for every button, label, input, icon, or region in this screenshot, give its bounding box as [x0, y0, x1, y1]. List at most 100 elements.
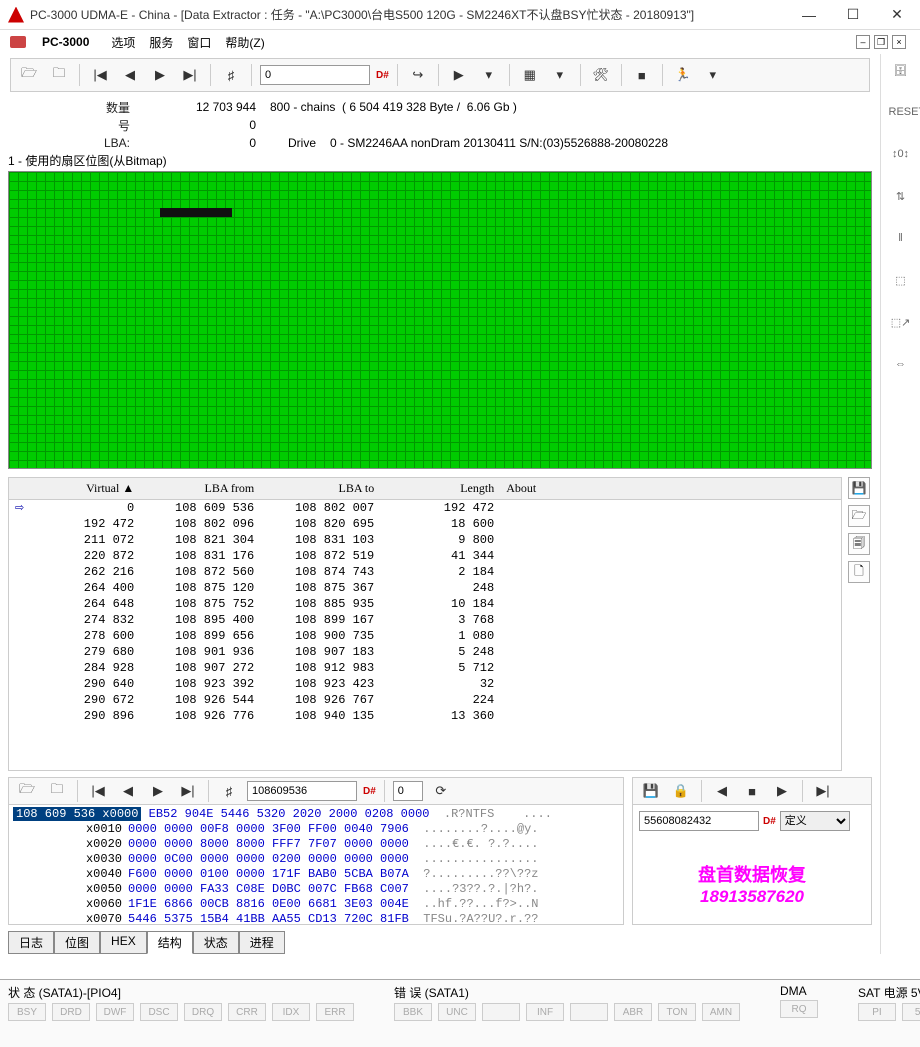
menu-window[interactable]: 窗口: [187, 34, 211, 51]
grid-dropdown-icon[interactable]: ▾: [548, 63, 572, 87]
rail-range-icon[interactable]: ↕0↕: [889, 148, 913, 172]
minimize-button[interactable]: —: [794, 3, 824, 27]
table-row[interactable]: 274 832108 895 400108 899 1673 768: [9, 612, 841, 628]
col-length[interactable]: Length: [380, 478, 500, 500]
status-led: [570, 1003, 608, 1021]
insp-prev-icon[interactable]: ◀: [710, 779, 734, 803]
table-row[interactable]: 290 896108 926 776108 940 13513 360: [9, 708, 841, 724]
first-icon[interactable]: |◀: [88, 63, 112, 87]
tools-icon[interactable]: 🛠: [589, 63, 613, 87]
hex-first-icon[interactable]: |◀: [86, 779, 110, 803]
table-row[interactable]: 220 872108 831 176108 872 51941 344: [9, 548, 841, 564]
col-virtual[interactable]: Virtual ▲: [30, 478, 140, 500]
table-row[interactable]: 264 400108 875 120108 875 367248: [9, 580, 841, 596]
run-icon[interactable]: 🏃: [671, 63, 695, 87]
table-row[interactable]: 279 680108 901 936108 907 1835 248: [9, 644, 841, 660]
status-led: BSY: [8, 1003, 46, 1021]
app-icon: [8, 7, 24, 23]
last-icon[interactable]: ▶|: [178, 63, 202, 87]
window-title: PC-3000 UDMA-E - China - [Data Extractor…: [30, 6, 794, 23]
col-lba-to[interactable]: LBA to: [260, 478, 380, 500]
table-row[interactable]: 284 928108 907 272108 912 9835 712: [9, 660, 841, 676]
mdi-restore-button[interactable]: ❐: [874, 35, 888, 49]
hex-open-icon[interactable]: 🗁: [15, 779, 39, 803]
menu-help[interactable]: 帮助(Z): [225, 34, 264, 51]
open-icon[interactable]: 🗁: [17, 63, 41, 87]
run-dropdown-icon[interactable]: ▾: [701, 63, 725, 87]
inspector-value-input[interactable]: [639, 811, 759, 831]
qty-label: 数量: [10, 99, 150, 116]
insp-play-icon[interactable]: ▶: [770, 779, 794, 803]
status-led: INF: [526, 1003, 564, 1021]
rail-pause-icon[interactable]: ‖: [889, 232, 913, 256]
status-led: ABR: [614, 1003, 652, 1021]
insp-save-icon[interactable]: 💾: [639, 779, 663, 803]
rail-box-icon[interactable]: ⬚: [889, 274, 913, 298]
hex-count-input[interactable]: [393, 781, 423, 801]
table-row[interactable]: 211 072108 821 304108 831 1039 800: [9, 532, 841, 548]
prev-icon[interactable]: ◀: [118, 63, 142, 87]
side-save-icon[interactable]: 💾: [848, 477, 870, 499]
lba-table[interactable]: Virtual ▲ LBA from LBA to Length About ⇨…: [8, 477, 842, 771]
hex-mark-icon[interactable]: 🗀: [45, 779, 69, 803]
hex-offset-input[interactable]: [247, 781, 357, 801]
hash-icon[interactable]: ♯: [219, 63, 243, 87]
table-row[interactable]: 290 640108 923 392108 923 42332: [9, 676, 841, 692]
tab-5[interactable]: 进程: [239, 931, 285, 954]
tab-3[interactable]: 结构: [147, 931, 193, 954]
close-button[interactable]: ✕: [882, 3, 912, 27]
tab-0[interactable]: 日志: [8, 931, 54, 954]
table-row[interactable]: 278 600108 899 656108 900 7351 080: [9, 628, 841, 644]
tab-4[interactable]: 状态: [193, 931, 239, 954]
sector-bitmap[interactable]: [8, 171, 872, 469]
hex-refresh-icon[interactable]: ⟳: [429, 779, 453, 803]
col-lba-from[interactable]: LBA from: [140, 478, 260, 500]
tab-2[interactable]: HEX: [100, 931, 147, 954]
hex-next-icon[interactable]: ▶: [146, 779, 170, 803]
insp-lock-icon[interactable]: 🔒: [669, 779, 693, 803]
indicator-label: D#: [376, 70, 389, 81]
brand-label: PC-3000: [42, 35, 89, 49]
side-delete-icon[interactable]: 🗋: [848, 561, 870, 583]
hex-prev-icon[interactable]: ◀: [116, 779, 140, 803]
stop-icon[interactable]: ■: [630, 63, 654, 87]
hex-indicator: D#: [363, 786, 376, 797]
insp-stop-icon[interactable]: ■: [740, 779, 764, 803]
menu-options[interactable]: 选项: [111, 34, 135, 51]
toolbar-value-input[interactable]: [260, 65, 370, 85]
mdi-minimize-button[interactable]: –: [856, 35, 870, 49]
rail-swap-icon[interactable]: ⇅: [889, 190, 913, 214]
inspector-type-select[interactable]: 定义: [780, 811, 850, 831]
side-copy-icon[interactable]: 🗐: [848, 533, 870, 555]
insp-last-icon[interactable]: ▶|: [811, 779, 835, 803]
status-led: DWF: [96, 1003, 134, 1021]
mdi-close-button[interactable]: ×: [892, 35, 906, 49]
export-icon[interactable]: ↪: [406, 63, 430, 87]
status-group: DMARQ: [780, 984, 818, 1035]
status-led: BBK: [394, 1003, 432, 1021]
hex-view[interactable]: 108 609 536 x0000 EB52 904E 5446 5320 20…: [8, 805, 624, 925]
side-open-icon[interactable]: 🗁: [848, 505, 870, 527]
play-dropdown-icon[interactable]: ▾: [477, 63, 501, 87]
table-row[interactable]: 264 648108 875 752108 885 93510 184: [9, 596, 841, 612]
grid-icon[interactable]: ▦: [518, 63, 542, 87]
next-icon[interactable]: ▶: [148, 63, 172, 87]
table-row[interactable]: 192 472108 802 096108 820 69518 600: [9, 516, 841, 532]
table-row[interactable]: 262 216108 872 560108 874 7432 184: [9, 564, 841, 580]
maximize-button[interactable]: ☐: [838, 3, 868, 27]
drive-value: 0 - SM2246AA nonDram 20130411 S/N:(03)55…: [330, 136, 682, 150]
rail-reset-icon[interactable]: RESET: [889, 106, 913, 130]
rail-db-icon[interactable]: 🗄: [889, 64, 913, 88]
col-about[interactable]: About: [500, 478, 841, 500]
tab-1[interactable]: 位图: [54, 931, 100, 954]
play-icon[interactable]: ▶: [447, 63, 471, 87]
folder-icon[interactable]: 🗀: [47, 63, 71, 87]
rail-export-icon[interactable]: ⬚↗: [889, 316, 913, 340]
table-row[interactable]: ⇨0108 609 536108 802 007192 472: [9, 500, 841, 517]
menu-services[interactable]: 服务: [149, 34, 173, 51]
table-row[interactable]: 290 672108 926 544108 926 767224: [9, 692, 841, 708]
status-led: DRD: [52, 1003, 90, 1021]
rail-link-icon[interactable]: ⇔: [889, 358, 913, 382]
hex-last-icon[interactable]: ▶|: [176, 779, 200, 803]
hex-hash-icon[interactable]: ♯: [217, 779, 241, 803]
